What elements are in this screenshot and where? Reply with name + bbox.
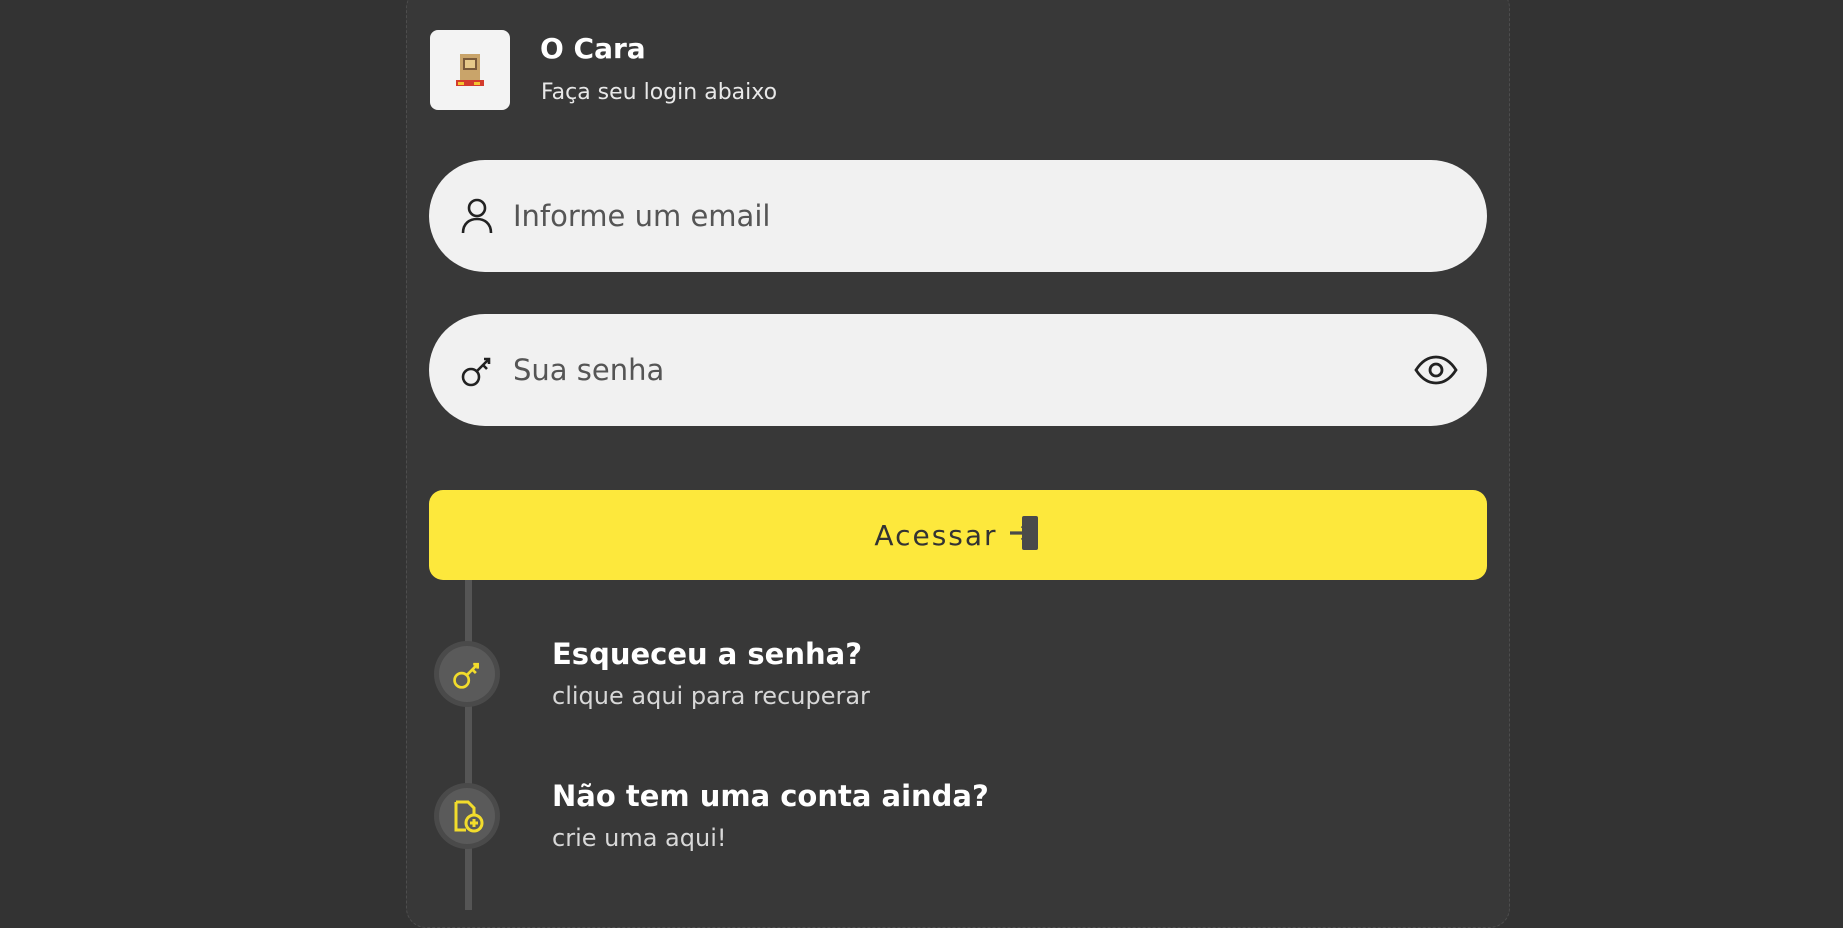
forgot-password-step[interactable] <box>434 641 500 707</box>
logo-image-icon <box>456 54 484 86</box>
app-title: O Cara <box>540 32 646 65</box>
new-document-icon <box>439 788 495 844</box>
email-input[interactable] <box>513 160 1397 272</box>
links-timeline <box>465 580 472 910</box>
forgot-password-link[interactable]: Esqueceu a senha? <box>552 637 862 671</box>
password-input[interactable] <box>513 314 1397 426</box>
show-password-eye-icon[interactable] <box>1413 347 1459 393</box>
password-field[interactable] <box>429 314 1487 426</box>
key-icon <box>439 646 495 702</box>
create-account-step[interactable] <box>434 783 500 849</box>
app-logo <box>430 30 510 110</box>
submit-button[interactable]: Acessar <box>429 490 1487 580</box>
email-field[interactable] <box>429 160 1487 272</box>
user-icon <box>459 198 495 234</box>
create-account-sublink[interactable]: crie uma aqui! <box>552 824 727 852</box>
login-icon <box>1008 514 1042 556</box>
forgot-password-sublink[interactable]: clique aqui para recuperar <box>552 682 870 710</box>
key-icon <box>459 352 495 388</box>
submit-button-label: Acessar <box>874 518 998 552</box>
create-account-link[interactable]: Não tem uma conta ainda? <box>552 779 989 813</box>
app-subtitle: Faça seu login abaixo <box>541 80 778 105</box>
